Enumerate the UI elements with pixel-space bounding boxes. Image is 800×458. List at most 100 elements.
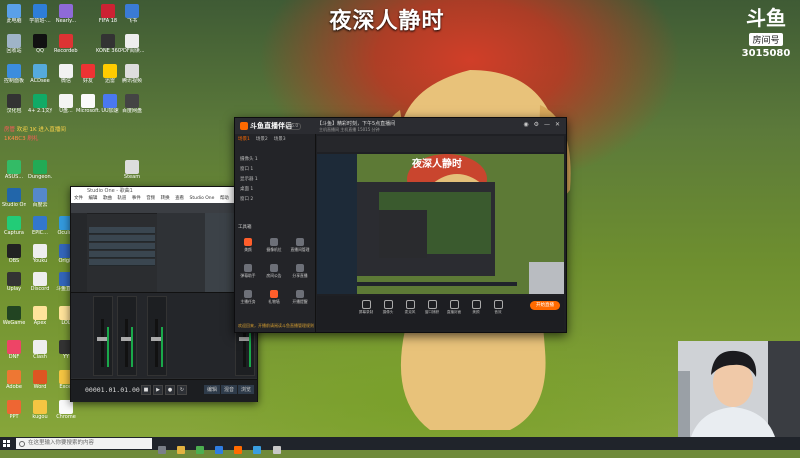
tool-button[interactable]: 主播任务	[237, 290, 259, 305]
desktop-icon[interactable]: Apex	[28, 306, 52, 326]
source-item[interactable]: 窗口 2	[240, 196, 253, 202]
bottom-tool[interactable]: 直播封面	[445, 300, 463, 315]
menu-item[interactable]: 帮助	[220, 196, 229, 201]
settings-icon[interactable]: ⚙	[534, 121, 539, 128]
track-lane[interactable]	[89, 227, 155, 234]
start-stream-button[interactable]: 开始直播	[530, 301, 560, 310]
track-lane[interactable]	[89, 251, 155, 258]
desktop-icon[interactable]: UU加速	[98, 94, 122, 114]
tab-scene-2[interactable]: 场景2	[256, 137, 268, 142]
menu-item[interactable]: 编辑	[88, 196, 97, 201]
desktop-icon[interactable]: 此电脑	[2, 4, 26, 24]
bottom-tool[interactable]: 屏幕录制	[357, 300, 375, 315]
studio-one-taskbar-icon[interactable]	[253, 446, 262, 454]
desktop-icon[interactable]: Microsoft...	[76, 94, 100, 114]
tab-scene-1[interactable]: 场景1	[238, 137, 250, 142]
menu-item[interactable]: 事件	[132, 196, 141, 201]
bottom-tool[interactable]: 麦克风	[401, 300, 419, 315]
bottom-tool[interactable]: 音效	[489, 300, 507, 315]
tool-button[interactable]: 直播间管理	[289, 238, 311, 253]
menu-item[interactable]: 轨道	[117, 196, 126, 201]
desktop-icon[interactable]: 学前班-...	[28, 4, 52, 24]
tool-button[interactable]: 弹幕助手	[237, 264, 259, 279]
desktop-icon[interactable]: Captura	[2, 216, 26, 236]
desktop-icon[interactable]: 飞书	[120, 4, 144, 24]
stream-preview[interactable]: 夜深人静时	[317, 154, 564, 294]
desktop-icon[interactable]: PDF阅读...	[120, 34, 144, 54]
desktop-icon[interactable]: 腾讯视频	[120, 64, 144, 84]
source-item[interactable]: 显示器 1	[240, 176, 258, 182]
minimize-icon[interactable]: —	[544, 121, 550, 128]
desktop-icon[interactable]: U盘...	[54, 94, 78, 114]
qq-icon[interactable]	[215, 446, 224, 454]
desktop-icon[interactable]: FIFA 18	[96, 4, 120, 24]
menu-item[interactable]: 文件	[74, 196, 83, 201]
bottom-tool[interactable]: 窗口捕获	[423, 300, 441, 315]
douyu-taskbar-icon[interactable]	[234, 446, 243, 454]
file-explorer-icon[interactable]	[177, 446, 186, 454]
tab-browse[interactable]: 浏览	[237, 385, 254, 394]
tool-button[interactable]: 摄像机位	[263, 238, 285, 253]
desktop-icon[interactable]: DNF	[2, 340, 26, 360]
menu-item[interactable]: 音频	[146, 196, 155, 201]
desktop-icon[interactable]: 汉化包	[2, 94, 26, 114]
source-item[interactable]: 窗口 1	[240, 166, 253, 172]
desktop-icon[interactable]: Nearly...	[54, 4, 78, 24]
loop-button[interactable]: ↻	[177, 385, 187, 395]
desktop-icon[interactable]: EPIC...	[28, 216, 52, 236]
desktop-icon[interactable]: Steam	[120, 160, 144, 180]
desktop-icon[interactable]: KONE 360	[96, 34, 120, 54]
desktop-icon[interactable]: Adobe	[2, 370, 26, 390]
stream-app-header[interactable]: 斗鱼直播伴侣 V6.0 【斗鱼】精彩时刻，下午5点直播间 主机直播间 主机直播 …	[235, 118, 566, 134]
task-view-icon[interactable]	[158, 446, 166, 454]
tool-button[interactable]: 开播提醒	[289, 290, 311, 305]
close-icon[interactable]: ✕	[555, 121, 560, 128]
desktop-icon[interactable]: Studio One	[2, 188, 26, 208]
track-lane[interactable]	[89, 259, 155, 266]
desktop-icon[interactable]: Discord	[28, 272, 52, 292]
studio-titlebar[interactable]: Studio One - 歌曲1 — ☐ ✕	[71, 187, 257, 195]
menu-item[interactable]: Studio One	[190, 196, 215, 201]
desktop-icon[interactable]: Word	[28, 370, 52, 390]
bottom-tool[interactable]: 美颜	[467, 300, 485, 315]
desktop-icon[interactable]: 百度云	[28, 188, 52, 208]
stream-app-window[interactable]: 斗鱼直播伴侣 V6.0 【斗鱼】精彩时刻，下午5点直播间 主机直播间 主机直播 …	[234, 117, 567, 333]
desktop-icon[interactable]: Dungeon...	[28, 160, 52, 180]
avatar-icon[interactable]: ◉	[523, 121, 528, 128]
mixer-channel[interactable]	[147, 296, 167, 376]
mixer-channel[interactable]	[117, 296, 137, 376]
app-taskbar-icon[interactable]	[272, 446, 281, 454]
desktop-icon[interactable]: PPT	[2, 400, 26, 420]
tool-button[interactable]: 分享直播	[289, 264, 311, 279]
desktop-icon[interactable]: ASUS...	[2, 160, 26, 180]
source-item[interactable]: 摄像头 1	[240, 156, 258, 162]
tab-scene-3[interactable]: 场景3	[274, 137, 286, 142]
desktop-icon[interactable]: 微信	[54, 64, 78, 84]
desktop-icon[interactable]: 好友	[76, 64, 100, 84]
desktop-icon[interactable]: 控制面板	[2, 64, 26, 84]
desktop-icon[interactable]: 4+ 2.1文件...	[28, 94, 52, 114]
desktop-icon[interactable]: 回收站	[2, 34, 26, 54]
desktop-icon[interactable]: ACDsee	[28, 64, 52, 84]
desktop-icon[interactable]: Uplay	[2, 272, 26, 292]
menu-item[interactable]: 查看	[175, 196, 184, 201]
windows-start-icon[interactable]	[3, 440, 10, 447]
source-item[interactable]: 桌面 1	[240, 186, 253, 192]
menu-item[interactable]: 转换	[161, 196, 170, 201]
desktop-icon[interactable]: QQ	[28, 34, 52, 54]
chrome-icon[interactable]	[196, 446, 205, 454]
tool-button[interactable]: 美颜	[237, 238, 259, 253]
record-button[interactable]: ●	[165, 385, 175, 395]
notice-banner[interactable]: 欢迎回来，开播前请阅读斗鱼直播管理规则	[238, 323, 314, 329]
studio-one-window[interactable]: Studio One - 歌曲1 — ☐ ✕ 文件 编辑 歌曲 轨道 事件 音频…	[70, 186, 258, 402]
room-title[interactable]: 【斗鱼】精彩时刻，下午5点直播间	[317, 120, 395, 127]
taskbar-search-input[interactable]: 在这里输入你要搜索的内容	[16, 438, 152, 449]
mixer-channel[interactable]	[93, 296, 113, 376]
desktop-icon[interactable]: 迅雷	[98, 64, 122, 84]
desktop-icon[interactable]: Clash	[28, 340, 52, 360]
desktop-icon[interactable]: Youku	[28, 244, 52, 264]
tool-button[interactable]: 礼物墙	[263, 290, 285, 305]
track-lane[interactable]	[89, 235, 155, 242]
bottom-tool[interactable]: 摄像头	[379, 300, 397, 315]
desktop-icon[interactable]: WeGame	[2, 306, 26, 326]
